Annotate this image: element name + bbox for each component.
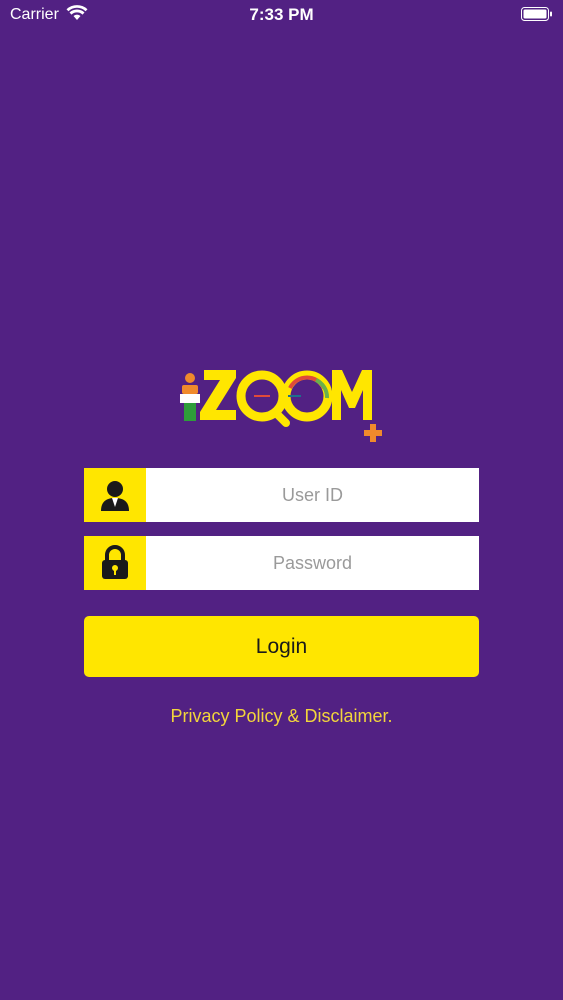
login-button[interactable]: Login [84, 616, 479, 677]
status-time: 7:33 PM [249, 5, 314, 24]
zoom-logo [180, 370, 382, 442]
user-icon [101, 481, 129, 511]
lock-icon [102, 545, 128, 579]
password-input[interactable] [146, 536, 479, 590]
status-bar: Carrier 7:33 PM [0, 0, 563, 30]
privacy-policy-link[interactable]: Privacy Policy & Disclaimer. [0, 706, 563, 727]
user-id-field-container [84, 468, 479, 522]
lock-icon-box [84, 536, 146, 590]
password-field-container [84, 536, 479, 590]
user-icon-box [84, 468, 146, 522]
battery-icon [521, 7, 552, 21]
user-id-input[interactable] [146, 468, 479, 522]
